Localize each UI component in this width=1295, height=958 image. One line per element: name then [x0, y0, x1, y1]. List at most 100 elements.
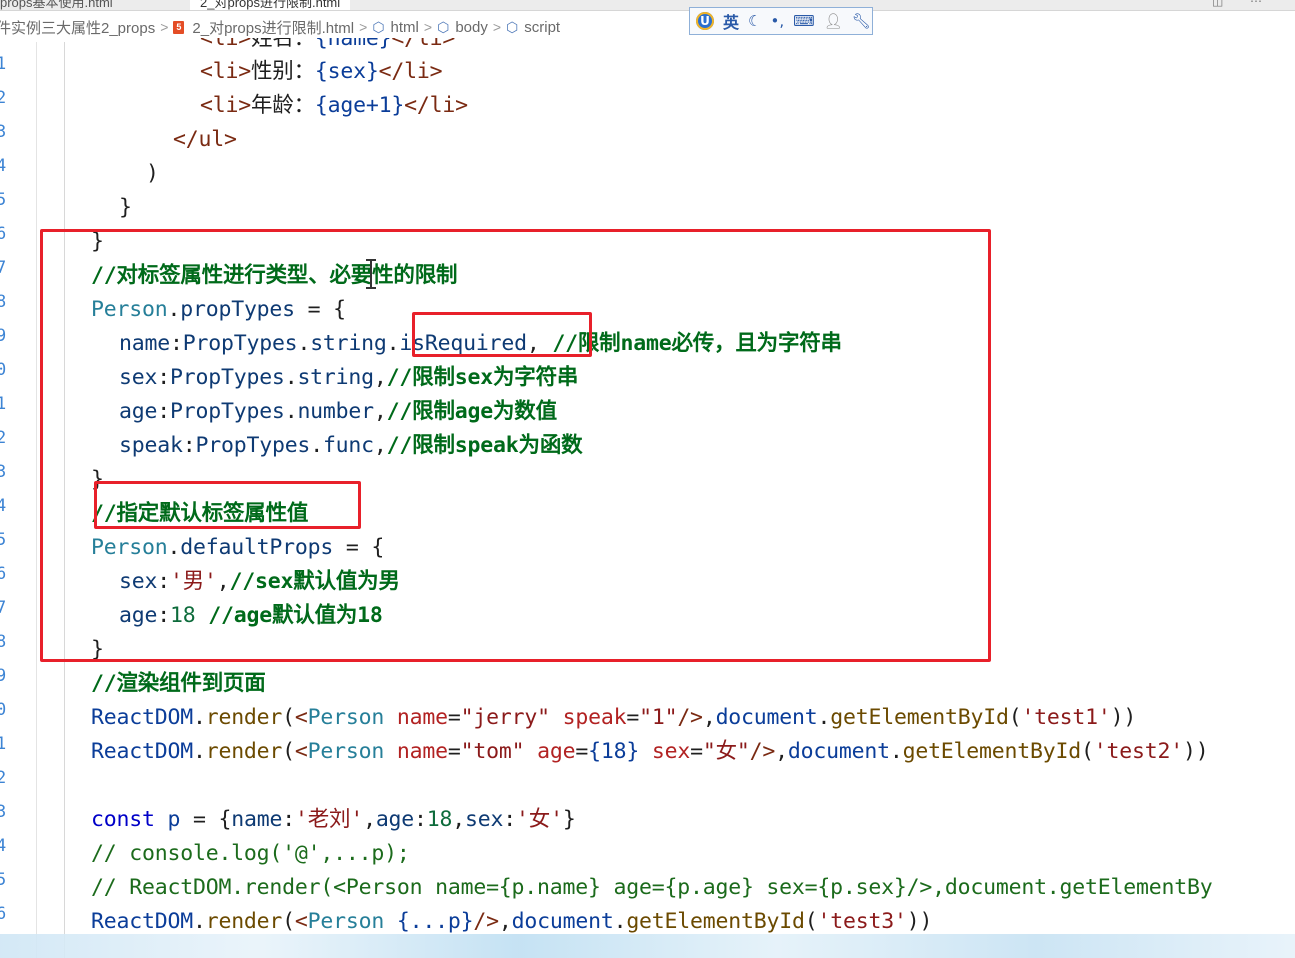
code-line[interactable]: // console.log('@',...p); [91, 837, 410, 871]
code-token: ( [1008, 705, 1022, 730]
code-token: </li> [378, 59, 443, 84]
code-token: 18 [426, 807, 453, 832]
code-token: document [787, 739, 890, 764]
code-token: 'test1' [1021, 705, 1111, 730]
code-line[interactable]: ) [146, 157, 159, 191]
code-token: 性别： [250, 59, 315, 84]
code-token: 年龄： [250, 93, 315, 118]
highlight-box-isrequired [412, 312, 592, 357]
code-token: 'test3' [817, 909, 907, 934]
code-token: )) [1182, 739, 1209, 764]
code-token: : [414, 807, 427, 832]
code-token: . [192, 739, 206, 764]
code-token: < [294, 909, 308, 934]
code-token: 女 [528, 807, 551, 832]
code-token: <li> [200, 26, 251, 51]
code-token: , [498, 909, 512, 934]
code-token: : [503, 807, 517, 832]
code-token: ReactDOM [91, 909, 193, 934]
code-token: p [167, 807, 181, 832]
text-cursor-icon [366, 259, 376, 289]
code-token: document [715, 705, 818, 730]
code-token: render [205, 909, 283, 934]
code-token: /> [677, 705, 703, 730]
code-token: name [396, 739, 448, 764]
highlight-box-defaultprops-comment [94, 481, 361, 529]
code-line[interactable]: <li>姓名：{name}</li> [200, 26, 455, 56]
code-token: "tom" [460, 739, 525, 764]
code-token: speak [562, 705, 627, 730]
code-token: < [294, 739, 308, 764]
code-token: 老刘 [307, 807, 351, 832]
code-line[interactable]: <li>年龄：{age+1}</li> [200, 89, 468, 123]
code-token: </ul> [173, 127, 237, 152]
code-token: age [375, 807, 415, 832]
code-token: . [889, 739, 903, 764]
code-token: , [775, 739, 788, 764]
code-token: sex [651, 739, 691, 764]
code-token: )) [906, 909, 933, 934]
code-token: ' [294, 807, 308, 832]
code-line[interactable]: //渲染组件到页面 [91, 667, 266, 701]
code-token: ' [550, 807, 563, 832]
code-line[interactable]: } [119, 191, 132, 225]
code-token: . [192, 909, 206, 934]
code-token: render [205, 739, 283, 764]
code-line[interactable]: ReactDOM.render(<Person name="tom" age={… [91, 735, 1209, 769]
highlight-box-proptypes [40, 229, 991, 662]
code-token: {18} [588, 739, 640, 764]
code-token: )) [1110, 705, 1137, 730]
code-line[interactable]: const p = {name:'老刘',age:18,sex:'女'} [91, 803, 576, 837]
blurred-taskbar-strip [0, 934, 1295, 958]
code-token: ( [1081, 739, 1094, 764]
code-token: } [119, 195, 132, 220]
code-token: Person [307, 739, 385, 764]
code-token: } [562, 807, 576, 832]
code-token: document [511, 909, 614, 934]
code-token: <li> [200, 59, 251, 84]
code-token: "jerry" [460, 705, 550, 730]
code-token: // [91, 671, 117, 696]
code-token: /> [749, 739, 776, 764]
code-line[interactable]: // ReactDOM.render(<Person name={p.name}… [91, 871, 1213, 905]
code-token: getElementById [830, 705, 1009, 730]
code-token: {sex} [314, 59, 379, 84]
code-token: age [537, 739, 576, 764]
code-token: ( [804, 909, 818, 934]
code-token: 'test2' [1093, 739, 1183, 764]
code-token: : [282, 807, 295, 832]
code-token: , [452, 807, 466, 832]
code-token: name [396, 705, 448, 730]
code-token: . [613, 909, 627, 934]
code-token: </li> [404, 93, 468, 118]
code-token: sex [465, 807, 504, 832]
code-token: ReactDOM [91, 739, 193, 764]
code-token: getElementById [902, 739, 1082, 764]
code-token: 渲染组件到页面 [116, 671, 266, 696]
code-token: . [817, 705, 831, 730]
code-token: Person [307, 705, 385, 730]
code-token: render [205, 705, 283, 730]
code-token: , [702, 705, 716, 730]
code-token: name [231, 807, 283, 832]
code-token: . [192, 705, 206, 730]
code-token: Person [307, 909, 385, 934]
code-token: const [91, 807, 155, 832]
code-token: ( [282, 739, 295, 764]
code-line[interactable]: </ul> [173, 123, 237, 157]
code-line[interactable]: <li>性别：{sex}</li> [200, 55, 443, 89]
code-token: ReactDOM [91, 705, 193, 730]
code-token: 女 [715, 739, 738, 764]
code-token: = [626, 705, 640, 730]
code-token: {age+1} [314, 93, 405, 118]
code-token: " [736, 739, 750, 764]
code-line[interactable]: ReactDOM.render(<Person name="jerry" spe… [91, 701, 1136, 735]
code-token: < [294, 705, 308, 730]
code-token: = [690, 739, 703, 764]
code-token: = [575, 739, 589, 764]
